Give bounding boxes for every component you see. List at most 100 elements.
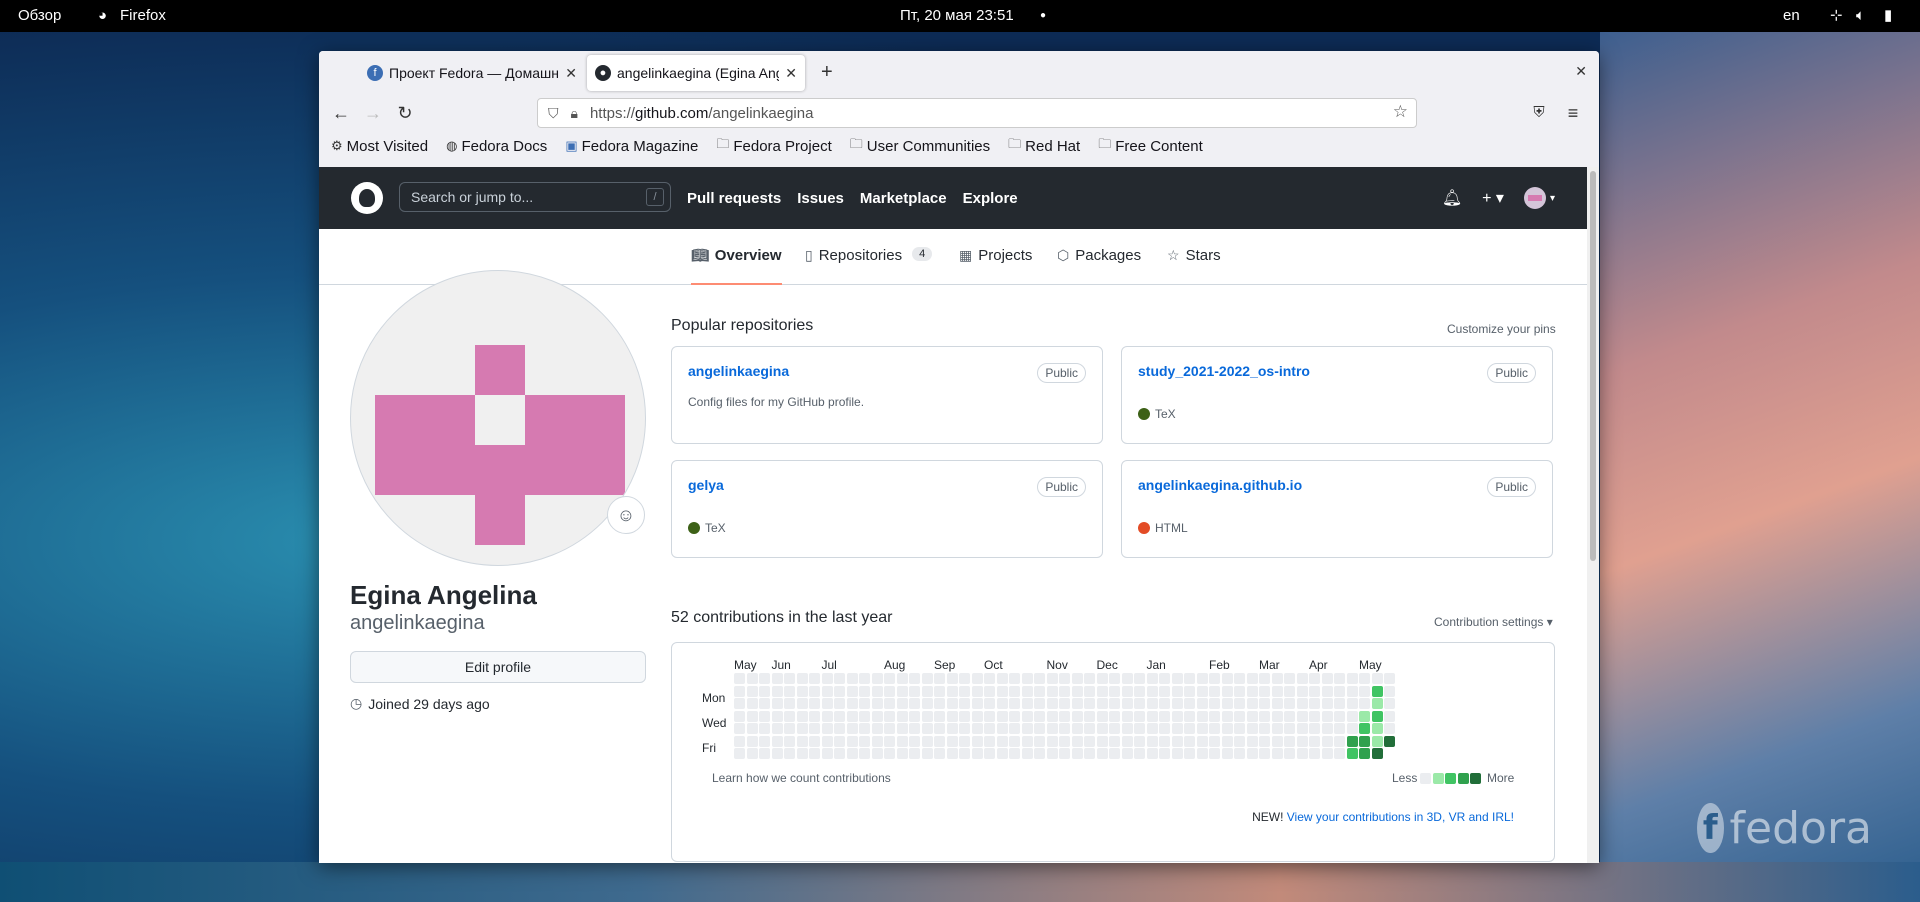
- contribution-day[interactable]: [1209, 748, 1220, 759]
- contribution-day[interactable]: [1371, 748, 1383, 759]
- contribution-day[interactable]: [1346, 748, 1358, 759]
- contribution-day[interactable]: [1171, 673, 1183, 684]
- nav-pull-requests[interactable]: Pull requests: [687, 190, 781, 207]
- contribution-day[interactable]: [859, 710, 870, 722]
- bookmark-most-visited[interactable]: ⚙ Most Visited: [331, 138, 428, 155]
- contribution-day[interactable]: [959, 735, 970, 747]
- contribution-day[interactable]: [834, 710, 845, 722]
- contribution-day[interactable]: [1221, 673, 1233, 684]
- contribution-day[interactable]: [909, 698, 920, 709]
- contribution-day[interactable]: [1009, 723, 1020, 734]
- contribution-day[interactable]: [934, 698, 945, 709]
- contribution-day[interactable]: [946, 735, 958, 747]
- contribution-day[interactable]: [1184, 735, 1195, 747]
- contribution-day[interactable]: [784, 685, 795, 697]
- contribution-day[interactable]: [796, 673, 808, 684]
- contribution-day[interactable]: [1109, 673, 1120, 684]
- repo-link[interactable]: gelya: [688, 477, 724, 493]
- bookmark-folder-red-hat[interactable]: 🗀 Red Hat: [1008, 135, 1080, 157]
- contribution-day[interactable]: [734, 748, 745, 759]
- contribution-day[interactable]: [1009, 748, 1020, 759]
- contribution-day[interactable]: [784, 710, 795, 722]
- contribution-day[interactable]: [1271, 748, 1283, 759]
- contribution-day[interactable]: [1146, 723, 1158, 734]
- contribution-day[interactable]: [959, 710, 970, 722]
- contribution-day[interactable]: [909, 735, 920, 747]
- contribution-day[interactable]: [1334, 710, 1345, 722]
- forward-icon[interactable]: →: [359, 99, 387, 127]
- contribution-day[interactable]: [1171, 710, 1183, 722]
- contribution-day[interactable]: [1109, 698, 1120, 709]
- contribution-day[interactable]: [1346, 735, 1358, 747]
- contribution-day[interactable]: [1096, 735, 1108, 747]
- bookmark-folder-fedora-project[interactable]: 🗀 Fedora Project: [716, 135, 831, 157]
- contribution-day[interactable]: [896, 735, 908, 747]
- contribution-day[interactable]: [971, 723, 983, 734]
- contribution-day[interactable]: [1021, 735, 1033, 747]
- contribution-day[interactable]: [1184, 748, 1195, 759]
- contribution-day[interactable]: [846, 723, 858, 734]
- contribution-day[interactable]: [959, 698, 970, 709]
- contribution-day[interactable]: [1034, 685, 1045, 697]
- tab-github[interactable]: ● angelinkaegina (Egina Angelina) ✕: [587, 55, 805, 91]
- contribution-day[interactable]: [1146, 685, 1158, 697]
- contribution-day[interactable]: [946, 673, 958, 684]
- close-tab-icon[interactable]: ✕: [785, 65, 797, 82]
- contribution-day[interactable]: [1059, 685, 1070, 697]
- contribution-day[interactable]: [934, 748, 945, 759]
- contribution-day[interactable]: [971, 748, 983, 759]
- contribution-day[interactable]: [771, 748, 783, 759]
- close-tab-icon[interactable]: ✕: [565, 65, 577, 82]
- contribution-day[interactable]: [746, 673, 758, 684]
- contribution-day[interactable]: [1321, 685, 1333, 697]
- contribution-day[interactable]: [1221, 698, 1233, 709]
- contribution-day[interactable]: [971, 735, 983, 747]
- contribution-day[interactable]: [784, 673, 795, 684]
- contribution-day[interactable]: [1309, 748, 1320, 759]
- contribution-day[interactable]: [734, 698, 745, 709]
- contribution-day[interactable]: [1296, 673, 1308, 684]
- contribution-day[interactable]: [809, 685, 820, 697]
- contribution-day[interactable]: [1271, 710, 1283, 722]
- contribution-day[interactable]: [1259, 685, 1270, 697]
- contribution-day[interactable]: [1184, 698, 1195, 709]
- contribution-day[interactable]: [859, 748, 870, 759]
- contribution-day[interactable]: [984, 748, 995, 759]
- bookmark-star-icon[interactable]: ☆: [1393, 102, 1408, 122]
- contribution-day[interactable]: [1371, 673, 1383, 684]
- contribution-day[interactable]: [996, 735, 1008, 747]
- contribution-day[interactable]: [1234, 698, 1245, 709]
- contribution-day[interactable]: [1034, 673, 1045, 684]
- contribution-day[interactable]: [1309, 735, 1320, 747]
- contribution-day[interactable]: [909, 723, 920, 734]
- contribution-day[interactable]: [1334, 685, 1345, 697]
- contribution-day[interactable]: [971, 698, 983, 709]
- contribution-day[interactable]: [746, 685, 758, 697]
- contribution-day[interactable]: [846, 673, 858, 684]
- contribution-day[interactable]: [1121, 673, 1133, 684]
- contribution-day[interactable]: [1109, 735, 1120, 747]
- contribution-day[interactable]: [821, 685, 833, 697]
- contribution-day[interactable]: [1084, 685, 1095, 697]
- contribution-day[interactable]: [1121, 748, 1133, 759]
- contribution-day[interactable]: [984, 710, 995, 722]
- contribution-day[interactable]: [884, 673, 895, 684]
- contribution-day[interactable]: [946, 748, 958, 759]
- pocket-icon[interactable]: ⛨: [1525, 99, 1553, 127]
- contribution-day[interactable]: [1134, 710, 1145, 722]
- contribution-day[interactable]: [1046, 723, 1058, 734]
- contribution-day[interactable]: [909, 685, 920, 697]
- contribution-day[interactable]: [1309, 685, 1320, 697]
- contribution-day[interactable]: [1159, 710, 1170, 722]
- contribution-day[interactable]: [809, 710, 820, 722]
- contribution-day[interactable]: [1209, 685, 1220, 697]
- contribution-day[interactable]: [1021, 673, 1033, 684]
- contribution-day[interactable]: [1084, 748, 1095, 759]
- contribution-day[interactable]: [809, 735, 820, 747]
- tab-projects[interactable]: ▦ Projects: [959, 247, 1032, 285]
- contribution-day[interactable]: [921, 710, 933, 722]
- contribution-day[interactable]: [1209, 710, 1220, 722]
- contribution-day[interactable]: [1146, 748, 1158, 759]
- set-status-smiley-icon[interactable]: ☺: [607, 496, 645, 534]
- contribution-day[interactable]: [771, 673, 783, 684]
